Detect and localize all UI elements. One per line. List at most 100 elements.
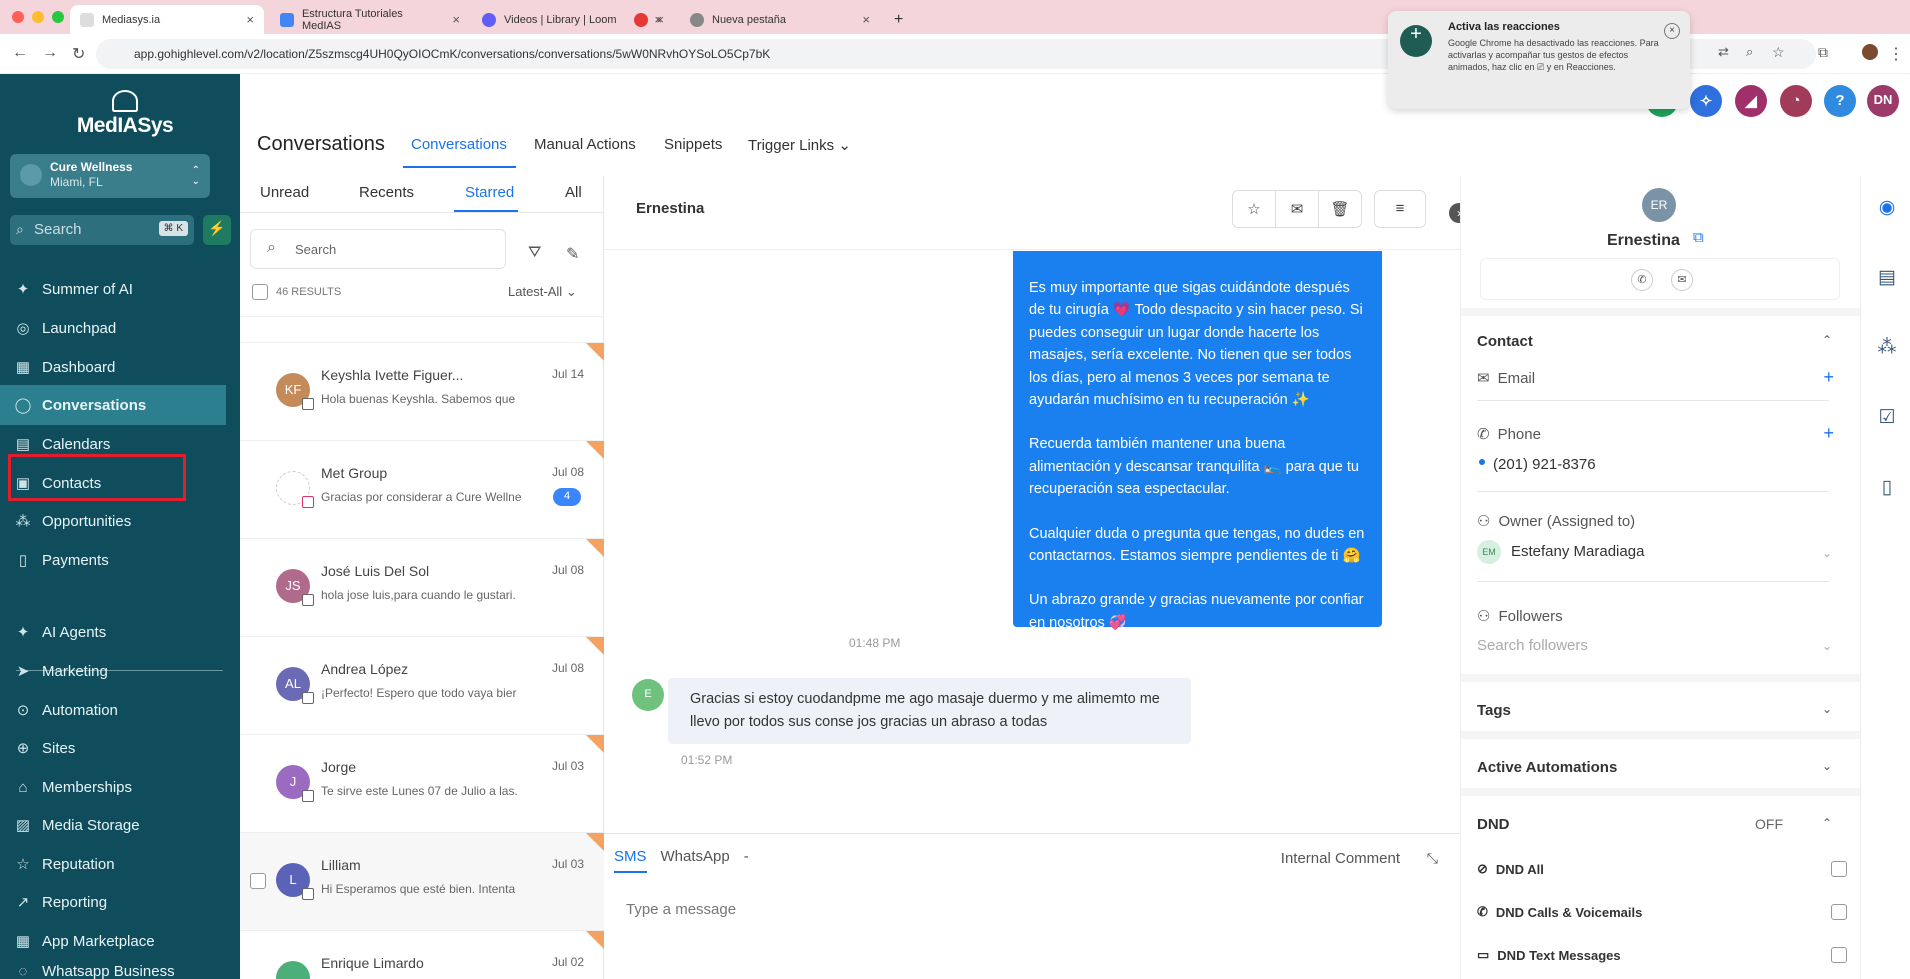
- filter-lines-icon[interactable]: ≡: [1374, 190, 1426, 228]
- sidebar-item-whatsapp[interactable]: ◌ Whatsapp Business: [14, 963, 240, 979]
- contact-section-header[interactable]: Contact: [1477, 333, 1533, 350]
- contact-profile-icon[interactable]: ◉: [1875, 196, 1899, 220]
- automations-section-header[interactable]: Active Automations: [1477, 759, 1617, 776]
- bell-icon[interactable]: ◔: [1780, 85, 1812, 117]
- chevron-down-icon[interactable]: ⌄: [1822, 639, 1832, 653]
- extensions-icon[interactable]: ⧉: [1818, 44, 1828, 61]
- list-item[interactable]: JS José Luis Del Sol hola jose luis,para…: [240, 538, 604, 636]
- zoom-icon[interactable]: ⌕: [1746, 44, 1753, 60]
- forward-icon[interactable]: →: [42, 44, 58, 62]
- row-checkbox[interactable]: [250, 873, 266, 889]
- browser-tab-recording[interactable]: ×: [624, 5, 674, 34]
- reload-icon[interactable]: ↻: [72, 44, 85, 64]
- megaphone-icon[interactable]: ◢: [1735, 85, 1767, 117]
- add-email-button[interactable]: +: [1823, 367, 1834, 388]
- chevron-down-icon[interactable]: ⌄: [1822, 702, 1832, 716]
- account-switcher[interactable]: Cure Wellness Miami, FL ⌃ ⌄: [10, 154, 210, 198]
- chevron-down-icon[interactable]: ⌄: [1822, 759, 1832, 773]
- list-item[interactable]: J Jorge Te sirve este Lunes 07 de Julio …: [240, 734, 604, 832]
- browser-tab-estructura[interactable]: Estructura Tutoriales MedIAS ×: [270, 5, 470, 34]
- tags-section-header[interactable]: Tags: [1477, 702, 1511, 719]
- sidebar-item-payments[interactable]: ▯ Payments: [14, 543, 240, 577]
- phone-icon[interactable]: ✆: [1631, 269, 1653, 291]
- notes-icon[interactable]: ▯: [1875, 476, 1899, 500]
- profile-avatar[interactable]: [1862, 44, 1878, 60]
- owner-value[interactable]: Estefany Maradiaga: [1511, 543, 1644, 560]
- tab-manual-actions[interactable]: Manual Actions: [534, 136, 636, 153]
- list-tab-unread[interactable]: Unread: [260, 184, 309, 201]
- tab-snippets[interactable]: Snippets: [664, 136, 722, 153]
- browser-tab-new[interactable]: Nueva pestaña ×: [680, 5, 880, 34]
- star-off-icon[interactable]: ☆: [1232, 190, 1276, 228]
- close-tab-icon[interactable]: ×: [246, 12, 254, 27]
- dnd-section-header[interactable]: DND: [1477, 816, 1510, 833]
- list-item[interactable]: Enrique Limardo Jul 02: [240, 930, 604, 979]
- sidebar-item-ai-agents[interactable]: ✦ AI Agents: [14, 615, 240, 649]
- sidebar-item-marketing[interactable]: ➤ Marketing: [14, 654, 240, 688]
- list-item[interactable]: AL Andrea López ¡Perfecto! Espero que to…: [240, 636, 604, 734]
- close-tab-icon[interactable]: ×: [656, 12, 664, 27]
- close-window-button[interactable]: [12, 11, 24, 23]
- chevron-up-icon[interactable]: ⌃: [1822, 333, 1832, 347]
- ai-assist-icon[interactable]: ✧: [1690, 85, 1722, 117]
- mail-icon[interactable]: ✉: [1671, 269, 1693, 291]
- trash-icon[interactable]: 🗑: [1318, 190, 1362, 228]
- tasks-icon[interactable]: ☑: [1875, 406, 1899, 430]
- sidebar-item-memberships[interactable]: ⌂ Memberships: [14, 770, 240, 804]
- external-link-icon[interactable]: ⧉: [1693, 229, 1704, 246]
- list-tab-recents[interactable]: Recents: [359, 184, 414, 201]
- calendar-icon[interactable]: ▤: [1875, 266, 1899, 290]
- toast-close-button[interactable]: ×: [1664, 23, 1680, 39]
- list-item[interactable]: L Lilliam Hi Esperamos que esté bien. In…: [240, 832, 604, 930]
- mark-unread-icon[interactable]: ✉: [1275, 190, 1319, 228]
- quick-actions-button[interactable]: ⚡: [203, 215, 231, 245]
- back-icon[interactable]: ←: [12, 44, 28, 62]
- tab-conversations[interactable]: Conversations: [411, 136, 507, 153]
- sidebar-item-launchpad[interactable]: ◎ Launchpad: [14, 311, 240, 345]
- internal-comment-tab[interactable]: Internal Comment: [1281, 850, 1400, 867]
- sidebar-item-app-marketplace[interactable]: ▦ App Marketplace: [14, 924, 240, 958]
- collapse-composer-icon[interactable]: ⤡: [1427, 850, 1438, 867]
- minimize-window-button[interactable]: [32, 11, 44, 23]
- tab-trigger-links[interactable]: Trigger Links ⌄: [748, 136, 851, 154]
- dnd-calls-checkbox[interactable]: [1831, 904, 1847, 920]
- chevron-down-icon[interactable]: ⌄: [1822, 546, 1832, 560]
- browser-tab-mediasys[interactable]: Mediasys.ia ×: [70, 5, 264, 34]
- sidebar-search[interactable]: ⌕ Search ⌘ K: [10, 215, 194, 245]
- opportunities-icon[interactable]: ⁂: [1875, 336, 1899, 360]
- list-tab-all[interactable]: All: [565, 184, 582, 201]
- tab-whatsapp[interactable]: WhatsApp: [661, 848, 730, 873]
- help-icon[interactable]: ?: [1824, 85, 1856, 117]
- list-item[interactable]: KF Keyshla Ivette Figuer... Hola buenas …: [240, 342, 604, 440]
- list-item[interactable]: Met Group Gracias por considerar a Cure …: [240, 440, 604, 538]
- dnd-text-checkbox[interactable]: [1831, 947, 1847, 963]
- sidebar-item-reporting[interactable]: ↗ Reporting: [14, 885, 240, 919]
- browser-menu-icon[interactable]: ⋮: [1888, 44, 1904, 64]
- new-tab-button[interactable]: +: [884, 5, 914, 34]
- maximize-window-button[interactable]: [52, 11, 64, 23]
- message-input[interactable]: Type a message: [626, 901, 736, 918]
- list-tab-starred[interactable]: Starred: [465, 184, 514, 201]
- followers-input[interactable]: Search followers: [1477, 637, 1588, 654]
- tab-sms[interactable]: SMS: [614, 848, 647, 873]
- add-phone-button[interactable]: +: [1823, 423, 1834, 444]
- sidebar-item-summer-of-ai[interactable]: ✦ Summer of AI: [14, 272, 240, 306]
- sidebar-item-automation[interactable]: ⊙ Automation: [14, 693, 240, 727]
- select-all-checkbox[interactable]: [252, 284, 268, 300]
- compose-icon[interactable]: ✎: [566, 244, 579, 264]
- conversation-search-input[interactable]: ⌕ Search: [250, 229, 506, 269]
- phone-value[interactable]: (201) 921-8376: [1493, 456, 1596, 473]
- user-avatar[interactable]: DN: [1867, 85, 1899, 117]
- sidebar-item-sites[interactable]: ⊕ Sites: [14, 731, 240, 765]
- sort-dropdown[interactable]: Latest-All ⌄: [508, 284, 577, 300]
- bookmark-star-icon[interactable]: ☆: [1772, 44, 1785, 61]
- sidebar-item-media-storage[interactable]: ▨ Media Storage: [14, 808, 240, 842]
- close-tab-icon[interactable]: ×: [452, 12, 460, 27]
- chevron-up-icon[interactable]: ⌃: [1822, 816, 1832, 830]
- dnd-all-checkbox[interactable]: [1831, 861, 1847, 877]
- translate-icon[interactable]: ⇄: [1718, 44, 1729, 60]
- close-tab-icon[interactable]: ×: [862, 12, 870, 27]
- sidebar-item-conversations[interactable]: ◯ Conversations: [0, 385, 226, 425]
- filter-icon[interactable]: ⛛: [528, 244, 541, 262]
- sidebar-item-reputation[interactable]: ☆ Reputation: [14, 847, 240, 881]
